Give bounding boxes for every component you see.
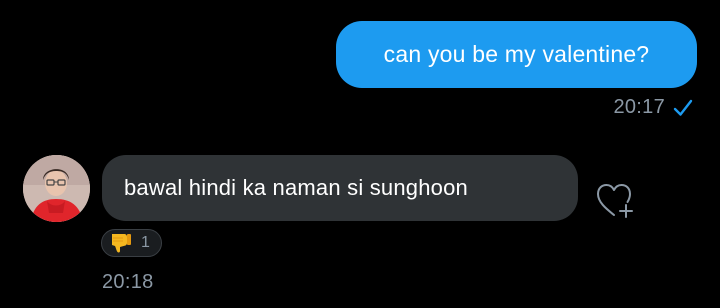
outgoing-message-text: can you be my valentine? (383, 41, 650, 67)
check-mark-path (673, 99, 693, 116)
thumbs-down-emoji-icon (112, 234, 131, 253)
add-reaction-heart-icon (597, 184, 633, 218)
outgoing-message-time: 20:17 (613, 96, 665, 118)
reaction-chip[interactable]: 1 (101, 229, 162, 257)
add-reaction-button[interactable] (594, 181, 638, 221)
outgoing-message-meta: 20:17 (613, 96, 693, 119)
outgoing-message-bubble[interactable]: can you be my valentine? (336, 21, 697, 88)
check-icon (673, 99, 693, 116)
incoming-message-time: 20:18 (102, 271, 154, 293)
incoming-message-bubble[interactable]: bawal hindi ka naman si sunghoon (102, 155, 578, 221)
avatar[interactable] (23, 155, 90, 222)
chat-view: can you be my valentine? 20:17 bawal hin… (0, 0, 720, 308)
incoming-message-text: bawal hindi ka naman si sunghoon (124, 175, 468, 200)
avatar-image (23, 155, 90, 222)
reaction-count: 1 (141, 234, 150, 251)
